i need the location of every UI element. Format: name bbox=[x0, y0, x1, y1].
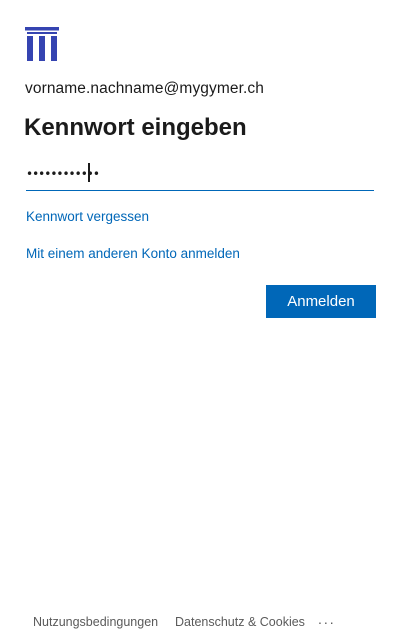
footer: Nutzungsbedingungen Datenschutz & Cookie… bbox=[0, 611, 400, 635]
more-options-icon[interactable]: ... bbox=[318, 611, 336, 627]
sign-in-button[interactable]: Anmelden bbox=[266, 285, 376, 318]
password-field-container bbox=[26, 157, 374, 191]
organization-logo bbox=[25, 27, 59, 61]
pillars-logo-icon bbox=[25, 27, 59, 61]
page-title: Kennwort eingeben bbox=[24, 114, 247, 141]
other-account-link[interactable]: Mit einem anderen Konto anmelden bbox=[26, 246, 240, 261]
text-caret bbox=[88, 163, 90, 182]
terms-of-use-link[interactable]: Nutzungsbedingungen bbox=[33, 615, 158, 629]
account-email: vorname.nachname@mygymer.ch bbox=[25, 80, 264, 97]
privacy-cookies-link[interactable]: Datenschutz & Cookies bbox=[175, 615, 305, 629]
forgot-password-link[interactable]: Kennwort vergessen bbox=[26, 209, 149, 224]
password-field[interactable] bbox=[26, 161, 374, 187]
